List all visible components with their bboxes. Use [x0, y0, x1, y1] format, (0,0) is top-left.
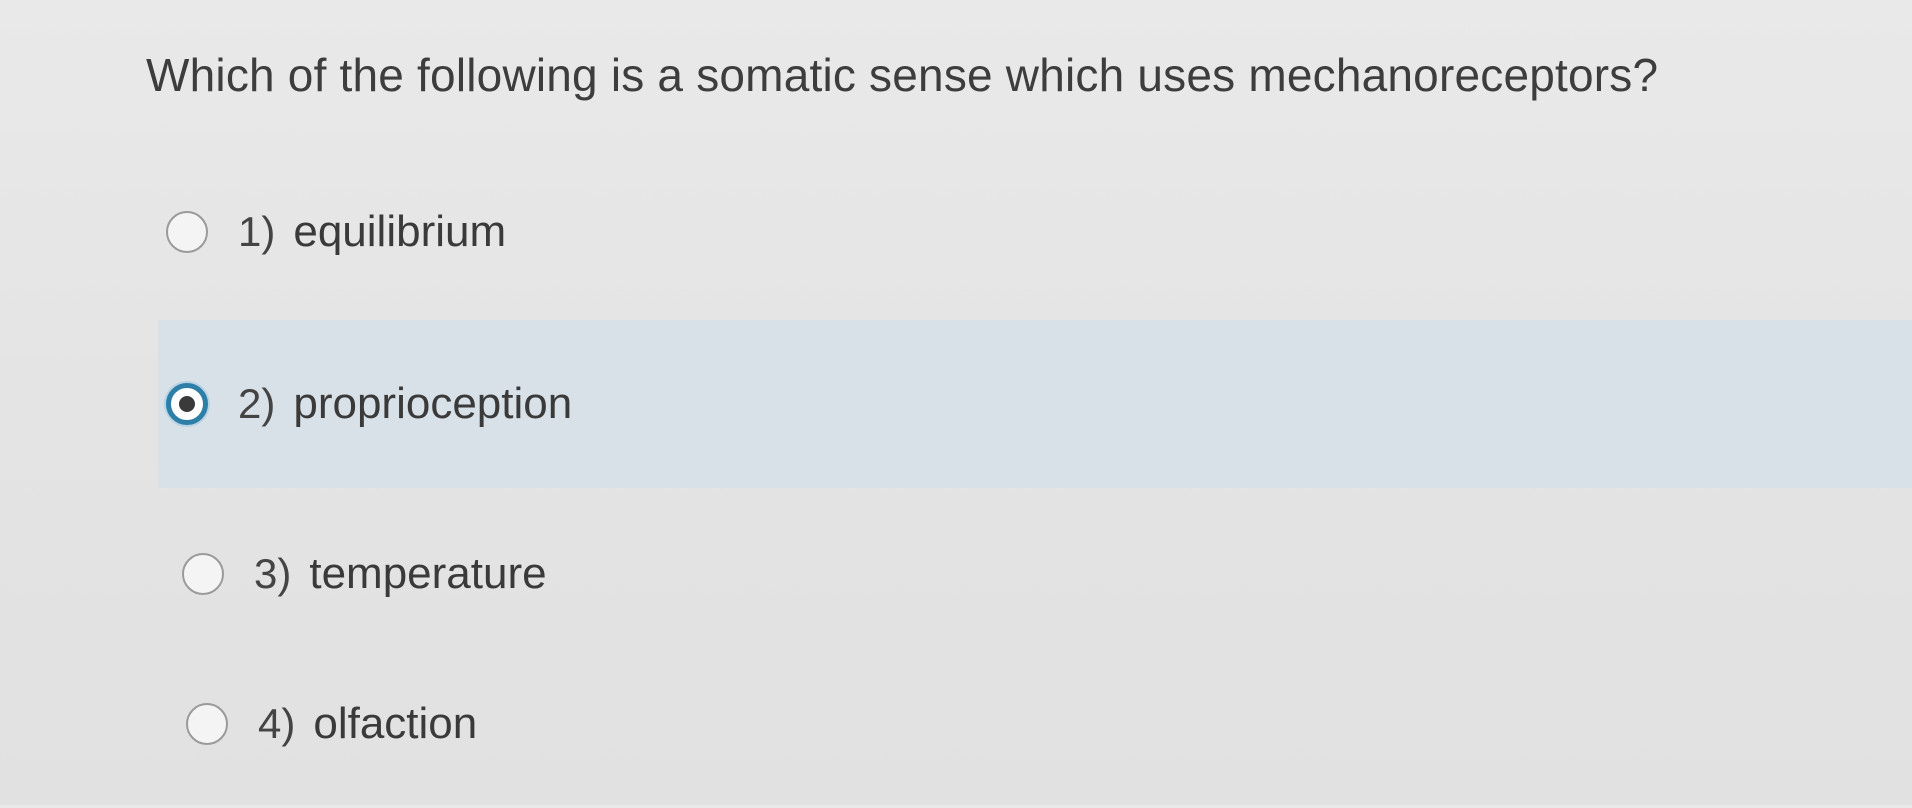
radio-button-2-selected[interactable]: [166, 383, 208, 425]
radio-button-4[interactable]: [186, 703, 228, 745]
option-number-2: 2): [238, 380, 276, 427]
option-label-3: temperature: [309, 549, 547, 598]
radio-button-1[interactable]: [166, 211, 208, 253]
option-2[interactable]: 2) proprioception: [158, 320, 1912, 488]
option-1[interactable]: 1) equilibrium: [158, 148, 1912, 316]
question-text: Which of the following is a somatic sens…: [146, 49, 1659, 101]
option-label-1: equilibrium: [293, 207, 507, 256]
option-label-4: olfaction: [313, 699, 478, 748]
option-4[interactable]: 4) olfaction: [158, 640, 1912, 808]
option-3[interactable]: 3) temperature: [158, 490, 1912, 658]
radio-button-3[interactable]: [182, 553, 224, 595]
option-number-4: 4): [258, 700, 296, 747]
option-number-1: 1): [238, 208, 276, 255]
option-label-2: proprioception: [293, 379, 573, 428]
option-number-3: 3): [254, 550, 292, 597]
